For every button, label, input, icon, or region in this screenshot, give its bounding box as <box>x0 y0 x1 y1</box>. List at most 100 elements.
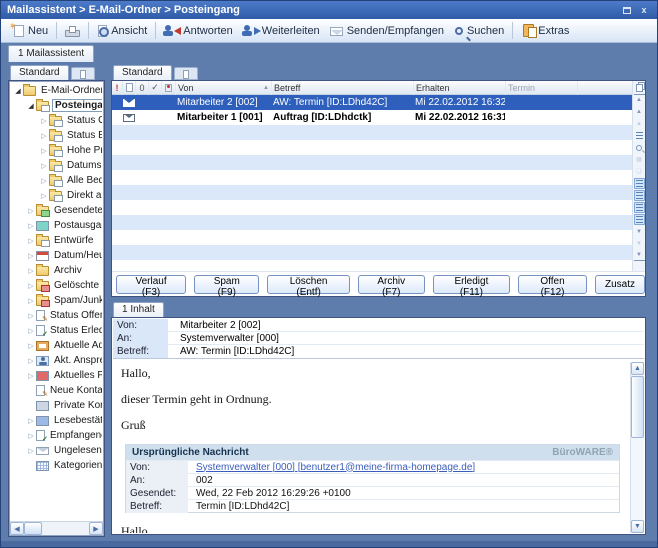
scrollbar-thumb[interactable] <box>24 522 42 535</box>
tree-expander-icon[interactable]: ▷ <box>26 267 36 275</box>
sidebar-item-spam-junkmails[interactable]: ▷Spam/Junkmails <box>11 293 102 308</box>
tree-expander-icon[interactable]: ▷ <box>26 312 36 320</box>
message-body-scrollbar[interactable]: ▲ ▼ <box>630 362 644 533</box>
column-betreff[interactable]: Betreff <box>272 81 414 95</box>
sidebar-item-direkt-an-mich[interactable]: ▷Direkt an mich <box>11 188 102 203</box>
scroll-left-icon[interactable]: ◀ <box>10 522 24 535</box>
row-up-disabled-icon[interactable]: ▲ <box>634 118 645 129</box>
sidebar-item-hohe-priorit-t[interactable]: ▷Hohe Priorität <box>11 143 102 158</box>
column-person[interactable] <box>162 81 176 95</box>
sidebar-item-ungelesene-mails[interactable]: ▷Ungelesene Mails <box>11 443 102 458</box>
tree-expander-icon[interactable]: ▷ <box>26 372 36 380</box>
filter-disabled-icon[interactable]: ▦ <box>634 154 645 165</box>
tree-expander-icon[interactable]: ▷ <box>26 297 36 305</box>
sender-email-link[interactable]: Systemverwalter [000] [benutzer1@meine-f… <box>196 462 475 473</box>
sidebar-item-datum-heute[interactable]: ▷Datum/Heute <box>11 248 102 263</box>
view-button[interactable]: Ansicht <box>92 23 152 39</box>
scroll-right-icon[interactable]: ▶ <box>89 522 103 535</box>
sidebar-item-posteingang[interactable]: ◢Posteingang <box>11 98 102 113</box>
scroll-down-icon[interactable]: ▼ <box>631 520 644 533</box>
tree-expander-icon[interactable]: ▷ <box>26 222 36 230</box>
tab-inhalt[interactable]: 1 Inhalt <box>113 302 164 317</box>
list-view-icon[interactable] <box>634 202 645 213</box>
sidebar-item-neue-kontakte[interactable]: Neue Kontakte <box>11 383 102 398</box>
sidebar-item-akt-ansprechpartner[interactable]: ▷Akt. Ansprechpartner <box>11 353 102 368</box>
zusatz-button[interactable]: Zusatz <box>595 275 645 294</box>
scrollbar-thumb[interactable] <box>631 376 644 438</box>
sidebar-item-alle-bediener[interactable]: ▷Alle Bediener <box>11 173 102 188</box>
duplicate-icon[interactable] <box>634 82 645 93</box>
scrollbar-track[interactable] <box>42 522 89 535</box>
sidebar-item-private-kontakte[interactable]: Private Kontakte <box>11 398 102 413</box>
tree-expander-icon[interactable]: ▷ <box>39 132 49 140</box>
tree-expander-icon[interactable]: ▷ <box>26 342 36 350</box>
tree-expander-icon[interactable]: ▷ <box>26 237 36 245</box>
mail-row[interactable]: Mitarbeiter 1 [001]Auftrag [ID:LDhdctk]M… <box>112 110 632 125</box>
sidebar-item-status-erledigt[interactable]: ▷Status Erledigt <box>11 323 102 338</box>
empty-row[interactable] <box>112 230 632 245</box>
copy-disabled-icon[interactable]: ❑ <box>634 166 645 177</box>
sidebar-tab-standard[interactable]: Standard <box>10 65 69 80</box>
list-tab-page2[interactable] <box>174 67 198 80</box>
tree-expander-icon[interactable]: ◢ <box>13 87 23 95</box>
tree-expander-icon[interactable]: ▷ <box>26 207 36 215</box>
tree-expander-icon[interactable]: ▷ <box>39 177 49 185</box>
sidebar-item-lesebest-tigungen[interactable]: ▷Lesebestätigungen <box>11 413 102 428</box>
sidebar-item-status-offen[interactable]: ▷Status Offen <box>11 308 102 323</box>
sidebar-item-entw-rfe[interactable]: ▷Entwürfe <box>11 233 102 248</box>
sidebar-item-archiv[interactable]: ▷Archiv <box>11 263 102 278</box>
print-button[interactable] <box>60 23 85 39</box>
empty-row[interactable] <box>112 125 632 140</box>
extras-button[interactable]: Extras <box>516 22 574 39</box>
erledigt-button[interactable]: Erledigt (F11) <box>433 275 510 294</box>
list-tab-standard[interactable]: Standard <box>113 65 172 80</box>
zoom-icon[interactable] <box>634 142 645 153</box>
new-button[interactable]: Neu <box>5 23 53 39</box>
tree-expander-icon[interactable]: ▷ <box>26 282 36 290</box>
sidebar-item-aktuelles-projekt[interactable]: ▷Aktuelles Projekt <box>11 368 102 383</box>
tab-mailassistent[interactable]: 1 Mailassistent <box>8 45 94 62</box>
sidebar-item-gel-schte-e-mails[interactable]: ▷Gelöschte E-Mails <box>11 278 102 293</box>
tree-expander-icon[interactable]: ▷ <box>26 417 36 425</box>
column-von[interactable]: Von▲ <box>176 81 272 95</box>
empty-row[interactable] <box>112 260 632 271</box>
row-up-icon[interactable]: ▲ <box>634 106 645 117</box>
scroll-up-icon[interactable]: ▲ <box>631 362 644 375</box>
column-check[interactable]: ✓ <box>149 81 162 95</box>
scroll-top-icon[interactable]: ▲ <box>634 94 645 105</box>
sidebar-item-gesendete-e-mails[interactable]: ▷Gesendete E-Mails <box>11 203 102 218</box>
search-button[interactable]: Suchen <box>449 23 509 39</box>
list-view-icon[interactable] <box>634 190 645 201</box>
empty-row[interactable] <box>112 185 632 200</box>
tree-expander-icon[interactable]: ▷ <box>26 447 36 455</box>
column-document[interactable] <box>123 81 136 95</box>
columns-icon[interactable] <box>634 130 645 141</box>
close-button[interactable]: x <box>637 4 651 17</box>
column-attachments[interactable]: 0 <box>136 81 149 95</box>
tree-expander-icon[interactable]: ▷ <box>26 432 36 440</box>
column-termin[interactable]: Termin <box>506 81 578 95</box>
sidebar-item-empfangene-mails[interactable]: ▷Empfangene Mails <box>11 428 102 443</box>
tree-expander-icon[interactable]: ▷ <box>39 192 49 200</box>
empty-row[interactable] <box>112 155 632 170</box>
offen-button[interactable]: Offen (F12) <box>518 275 587 294</box>
sidebar-item-aktuelle-adresse[interactable]: ▷Aktuelle Adresse <box>11 338 102 353</box>
verlauf-button[interactable]: Verlauf (F3) <box>116 275 186 294</box>
sidebar-item-e-mail-ordner[interactable]: ◢E-Mail-Ordner <box>11 83 102 98</box>
sidebar-item-postausgang[interactable]: ▷Postausgang <box>11 218 102 233</box>
sidebar-item-kategorien[interactable]: Kategorien <box>11 458 102 473</box>
empty-row[interactable] <box>112 245 632 260</box>
list-view-icon[interactable] <box>634 178 645 189</box>
reply-button[interactable]: Antworten <box>159 22 238 39</box>
column-priority[interactable]: ! <box>112 81 123 95</box>
tree-expander-icon[interactable]: ▷ <box>26 327 36 335</box>
tree-expander-icon[interactable]: ▷ <box>26 252 36 260</box>
loeschen-button[interactable]: Löschen (Entf) <box>267 275 349 294</box>
column-erhalten[interactable]: Erhalten <box>414 81 506 95</box>
tree-expander-icon[interactable]: ◢ <box>26 102 36 110</box>
tree-expander-icon[interactable]: ▷ <box>39 147 49 155</box>
forward-button[interactable]: Weiterleiten <box>238 22 325 39</box>
archiv-button[interactable]: Archiv (F7) <box>358 275 425 294</box>
sidebar-item-status-erledigt[interactable]: ▷Status Erledigt <box>11 128 102 143</box>
tree-expander-icon[interactable]: ▷ <box>26 357 36 365</box>
